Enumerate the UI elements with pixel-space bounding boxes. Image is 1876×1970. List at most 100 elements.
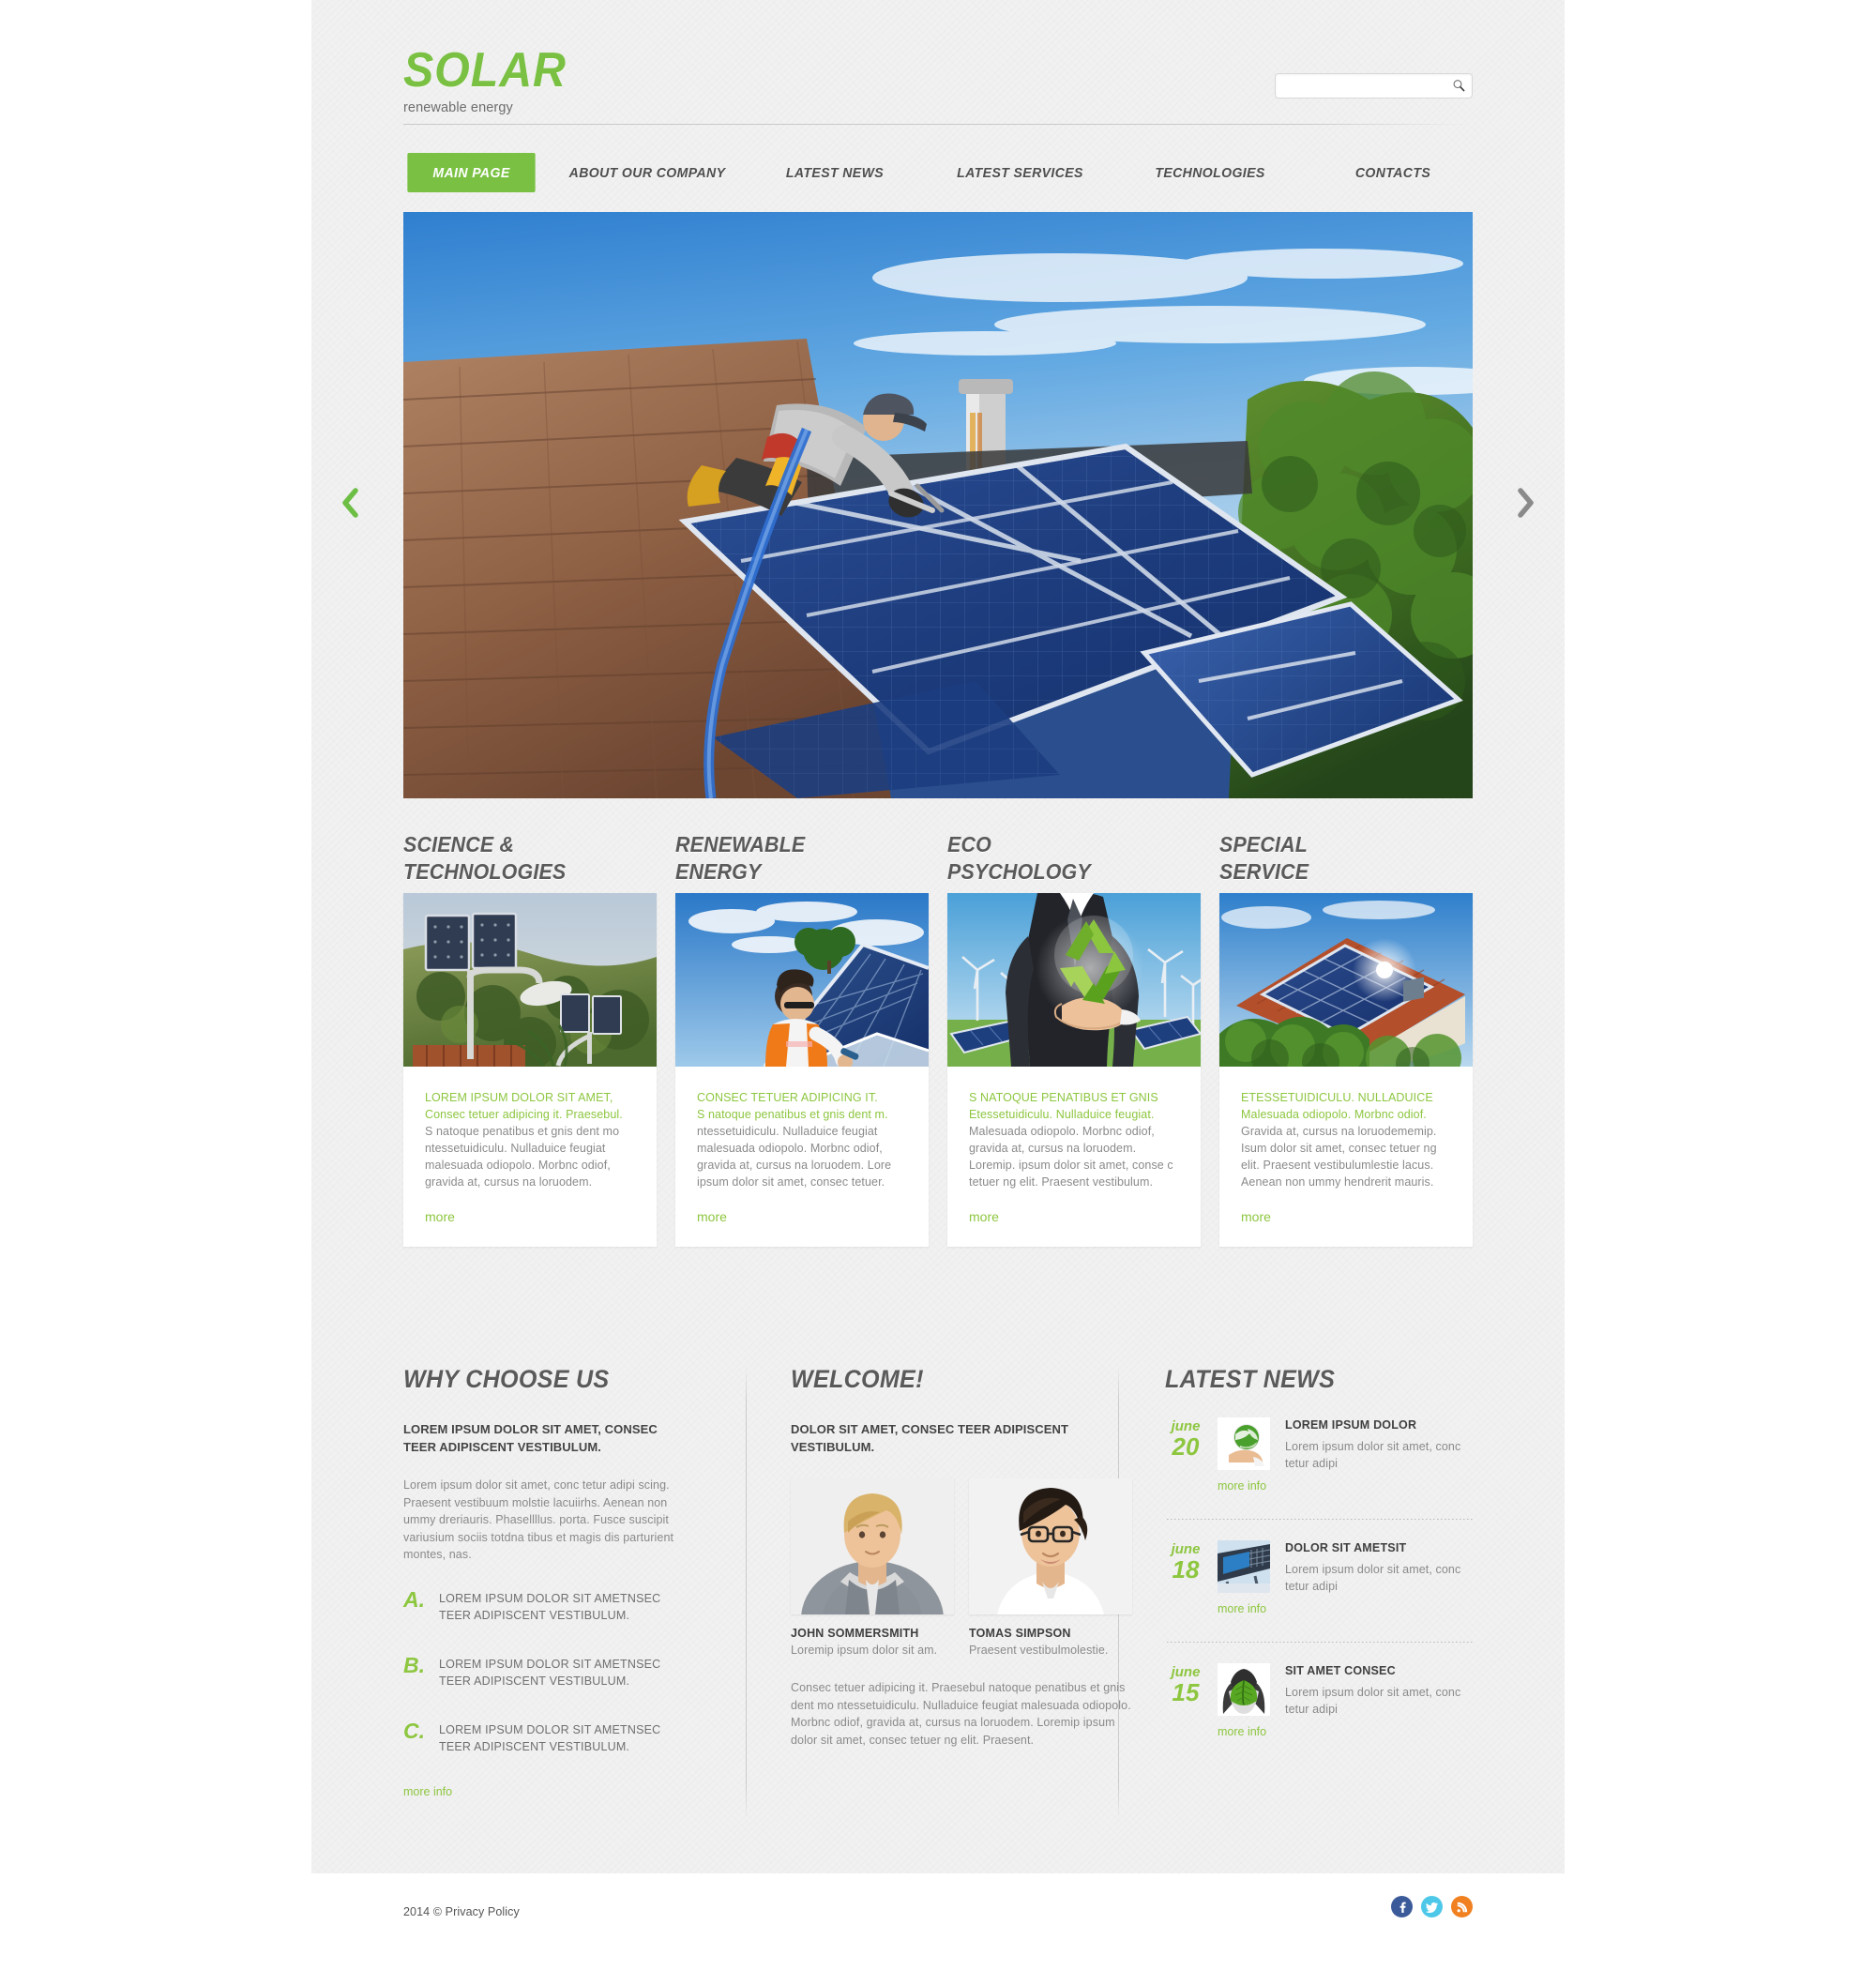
social-links: [1391, 1896, 1473, 1917]
person-name: TOMAS SIMPSON: [969, 1627, 1071, 1640]
feature-text: S natoque penatibus et gnis dent mo ntes…: [425, 1125, 620, 1189]
feature-image: [403, 893, 657, 1067]
feature-more-link[interactable]: more: [697, 1209, 727, 1224]
feature-image: [947, 893, 1201, 1067]
why-choose-us-section: WHY CHOOSE US LOREM IPSUM DOLOR SIT AMET…: [403, 1365, 685, 1800]
news-divider: [1165, 1519, 1473, 1520]
feature-body: ETESSETUIDICULU. NULLADUICE Malesuada od…: [1219, 1067, 1473, 1247]
slider-prev-button[interactable]: [337, 485, 365, 526]
logo-text: SOLAR: [403, 43, 567, 98]
feature-title: SCIENCE & TECHNOLOGIES: [403, 832, 567, 884]
list-text-a: LOREM IPSUM DOLOR SIT AMETNSEC TEER ADIP…: [439, 1591, 661, 1622]
why-choose-us-more-link[interactable]: more info: [403, 1785, 452, 1798]
welcome-people: JOHN SOMMERSMITH Loremip ipsum dolor sit…: [791, 1478, 1133, 1657]
why-choose-us-title: WHY CHOOSE US: [403, 1365, 610, 1393]
news-item[interactable]: june 18 DOLOR SIT AMETSIT Lorem ipsum do…: [1165, 1540, 1473, 1627]
why-choose-us-body: Lorem ipsum dolor sit amet, conc tetur a…: [403, 1478, 674, 1561]
news-day: 15: [1172, 1678, 1200, 1706]
bottom-sections: WHY CHOOSE US LOREM IPSUM DOLOR SIT AMET…: [403, 1365, 1473, 1820]
list-letter-c: C.: [403, 1718, 425, 1743]
list-letter-a: A.: [403, 1586, 425, 1612]
news-text: Lorem ipsum dolor sit amet, conc tetur a…: [1285, 1686, 1461, 1716]
news-text: Lorem ipsum dolor sit amet, conc tetur a…: [1285, 1563, 1461, 1593]
news-date: june 15: [1165, 1665, 1206, 1705]
welcome-title: WELCOME!: [791, 1365, 924, 1393]
feature-lead: S NATOQUE PENATIBUS ET GNIS Etessetuidic…: [969, 1091, 1158, 1121]
feature-panel: ETESSETUIDICULU. NULLADUICE Malesuada od…: [1219, 893, 1473, 1247]
nav-item-latest-services[interactable]: LATEST SERVICES: [939, 153, 1102, 192]
page-root: SOLAR renewable energy MAIN PAGE ABOUT O…: [0, 0, 1876, 1970]
welcome-section: WELCOME! DOLOR SIT AMET, CONSEC TEER ADI…: [791, 1365, 1133, 1749]
feature-more-link[interactable]: more: [425, 1209, 455, 1224]
feature-more-link[interactable]: more: [969, 1209, 999, 1224]
logo-tagline: renewable energy: [403, 100, 513, 115]
welcome-body: Consec tetuer adipicing it. Praesebul na…: [791, 1681, 1131, 1747]
copyright-text: 2014 © Privacy Policy: [403, 1905, 520, 1918]
feature-panel: S NATOQUE PENATIBUS ET GNIS Etessetuidic…: [947, 893, 1201, 1247]
feature-body: LOREM IPSUM DOLOR SIT AMET, Consec tetue…: [403, 1067, 657, 1247]
site-header: SOLAR renewable energy: [403, 45, 1473, 125]
feature-title: RENEWABLE ENERGY: [675, 832, 806, 884]
list-letter-b: B.: [403, 1652, 425, 1677]
facebook-icon[interactable]: [1391, 1896, 1413, 1917]
list-text-c: LOREM IPSUM DOLOR SIT AMETNSEC TEER ADIP…: [439, 1722, 661, 1753]
news-more-link[interactable]: more info: [1218, 1479, 1266, 1493]
why-list-item: C. LOREM IPSUM DOLOR SIT AMETNSEC TEER A…: [403, 1718, 685, 1761]
news-item[interactable]: june 15 SIT AMET CONSEC Lorem ipsum dolo…: [1165, 1663, 1473, 1750]
person-description: Loremip ipsum dolor sit am.: [791, 1644, 938, 1657]
nav-item-technologies[interactable]: TECHNOLOGIES: [1135, 153, 1285, 192]
feature-panel: LOREM IPSUM DOLOR SIT AMET, Consec tetue…: [403, 893, 657, 1247]
news-body: DOLOR SIT AMETSIT Lorem ipsum dolor sit …: [1285, 1540, 1473, 1595]
rss-icon[interactable]: [1451, 1896, 1473, 1917]
feature-text: Malesuada odiopolo. Morbnc odiof, gravid…: [969, 1125, 1173, 1189]
person-card: TOMAS SIMPSON Praesent vestibulmolestie.: [969, 1478, 1132, 1657]
feature-card-special-service: SPECIAL SERVICE ETESSETUIDICULU. NULLADU…: [1219, 831, 1473, 1247]
slider-next-button[interactable]: [1511, 485, 1539, 526]
latest-news-section: LATEST NEWS june 20 LOREM IPSUM DOLOR Lo…: [1165, 1365, 1473, 1750]
person-description: Praesent vestibulmolestie.: [969, 1644, 1109, 1657]
why-list-item: A. LOREM IPSUM DOLOR SIT AMETNSEC TEER A…: [403, 1586, 685, 1629]
news-title: SIT AMET CONSEC: [1285, 1664, 1396, 1677]
feature-body: S NATOQUE PENATIBUS ET GNIS Etessetuidic…: [947, 1067, 1201, 1247]
feature-image: [1219, 893, 1473, 1067]
search-box[interactable]: [1275, 73, 1473, 98]
news-day: 18: [1172, 1555, 1200, 1584]
person-photo: [969, 1478, 1132, 1614]
feature-text: ntessetuidiculu. Nulladuice feugiat male…: [697, 1125, 892, 1189]
twitter-icon[interactable]: [1421, 1896, 1443, 1917]
site-footer: 2014 © Privacy Policy: [403, 1873, 1473, 1970]
news-divider: [1165, 1642, 1473, 1643]
feature-card-eco-psychology: ECO PSYCHOLOGY S NATOQUE PENATIBUS ET GN…: [947, 831, 1201, 1247]
news-body: SIT AMET CONSEC Lorem ipsum dolor sit am…: [1285, 1663, 1473, 1718]
nav-item-about[interactable]: ABOUT OUR COMPANY: [564, 153, 732, 192]
news-thumbnail: [1218, 1663, 1270, 1716]
search-button[interactable]: [1451, 79, 1466, 94]
feature-card-science-technologies: SCIENCE & TECHNOLOGIES LOREM IPSUM DOLOR…: [403, 831, 657, 1247]
latest-news-title: LATEST NEWS: [1165, 1365, 1336, 1393]
why-choose-us-subtitle: LOREM IPSUM DOLOR SIT AMET, CONSEC TEER …: [403, 1422, 658, 1454]
feature-lead: CONSEC TETUER ADIPICING IT. S natoque pe…: [697, 1091, 888, 1121]
why-list-item: B. LOREM IPSUM DOLOR SIT AMETNSEC TEER A…: [403, 1652, 685, 1695]
chevron-right-icon: [1516, 488, 1535, 523]
hero-slider: [342, 212, 1534, 798]
nav-item-main-page[interactable]: MAIN PAGE: [407, 153, 536, 192]
feature-lead: ETESSETUIDICULU. NULLADUICE Malesuada od…: [1241, 1091, 1433, 1121]
feature-title: ECO PSYCHOLOGY: [947, 832, 1091, 884]
nav-item-contacts[interactable]: CONTACTS: [1318, 153, 1468, 192]
brand-logo[interactable]: SOLAR renewable energy: [403, 45, 579, 115]
column-divider-1: [746, 1365, 747, 1820]
hero-image[interactable]: [403, 212, 1473, 798]
news-body: LOREM IPSUM DOLOR Lorem ipsum dolor sit …: [1285, 1417, 1473, 1472]
news-more-link[interactable]: more info: [1218, 1602, 1266, 1615]
news-more-link[interactable]: more info: [1218, 1725, 1266, 1738]
news-item[interactable]: june 20 LOREM IPSUM DOLOR Lorem ipsum do…: [1165, 1417, 1473, 1504]
feature-lead: LOREM IPSUM DOLOR SIT AMET, Consec tetue…: [425, 1091, 623, 1121]
news-thumbnail: [1218, 1540, 1270, 1593]
news-date: june 20: [1165, 1419, 1206, 1460]
welcome-subtitle: DOLOR SIT AMET, CONSEC TEER ADIPISCENT V…: [791, 1422, 1069, 1454]
person-card: JOHN SOMMERSMITH Loremip ipsum dolor sit…: [791, 1478, 954, 1657]
feature-card-renewable-energy: RENEWABLE ENERGY CONSEC TETUER ADIPICING…: [675, 831, 929, 1247]
search-input[interactable]: [1283, 74, 1443, 98]
feature-more-link[interactable]: more: [1241, 1209, 1271, 1224]
nav-item-latest-news[interactable]: LATEST NEWS: [764, 153, 905, 192]
